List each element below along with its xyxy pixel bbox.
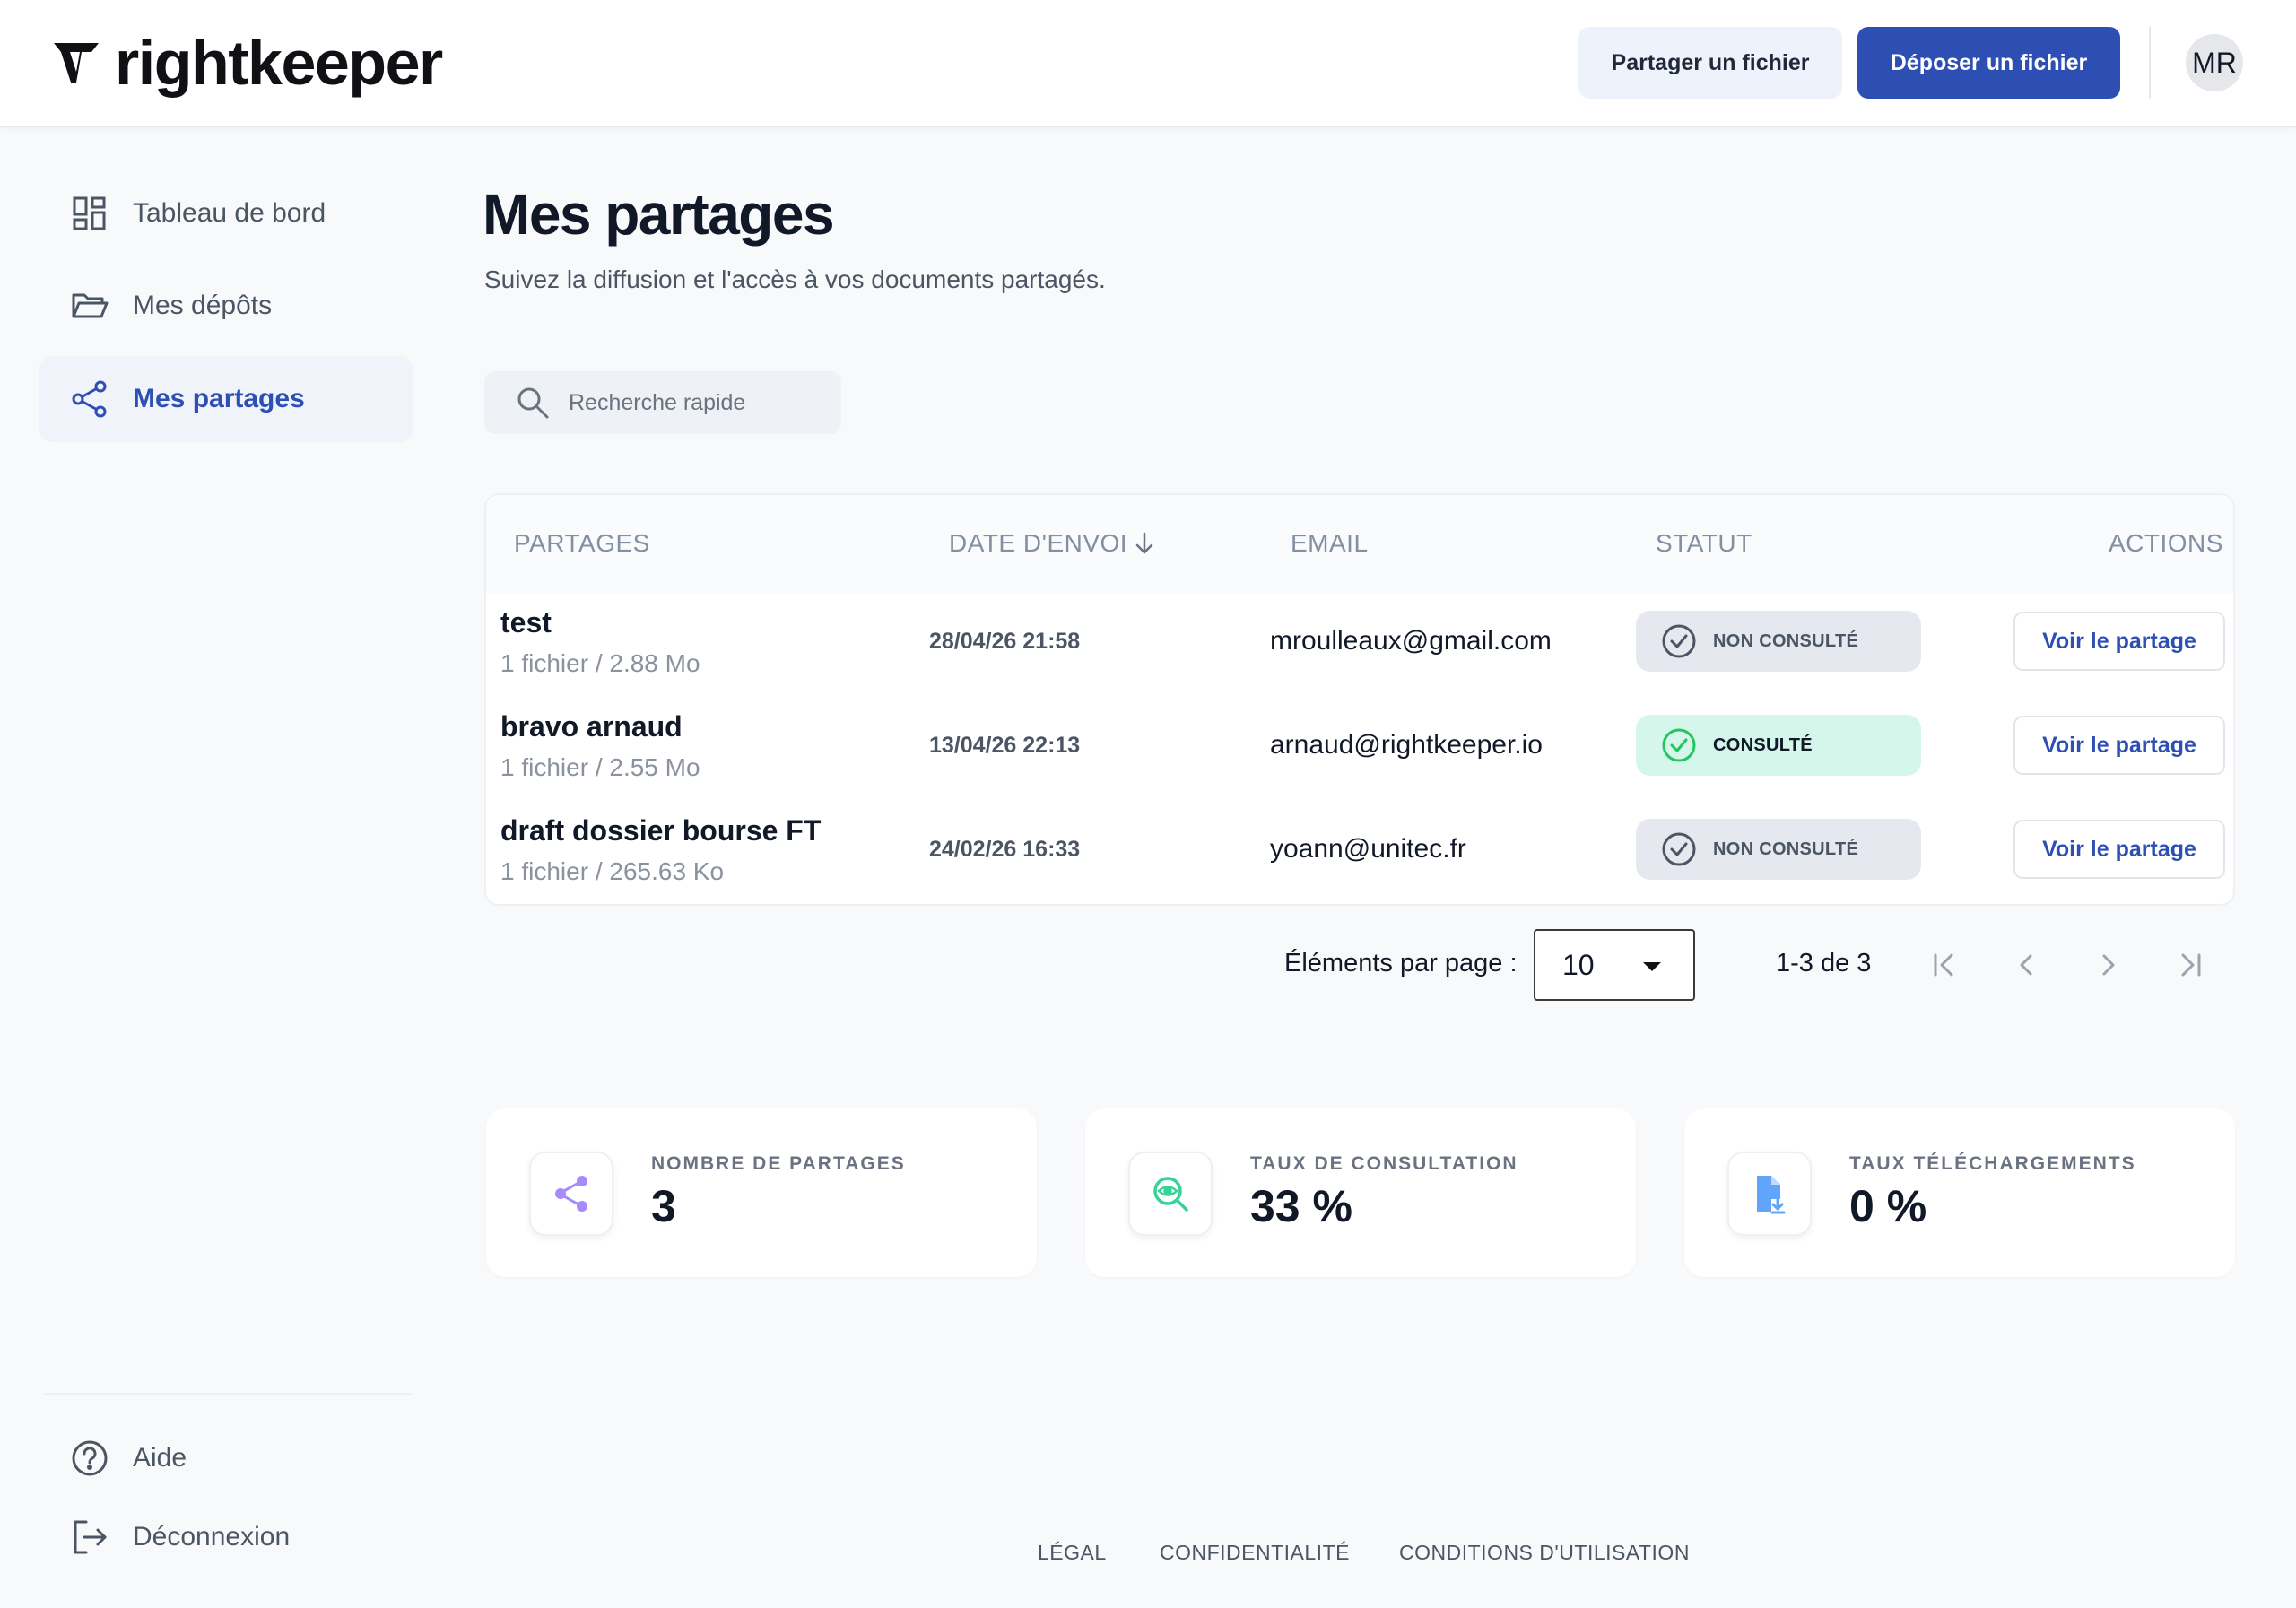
column-header-email[interactable]: EMAIL xyxy=(1291,529,1369,558)
check-circle-icon xyxy=(1662,728,1696,762)
stat-value: 3 xyxy=(651,1181,676,1231)
search-placeholder: Recherche rapide xyxy=(569,389,746,415)
sidebar-item-deposits[interactable]: Mes dépôts xyxy=(39,263,413,349)
search-icon xyxy=(517,387,549,419)
view-share-button[interactable]: Voir le partage xyxy=(2013,612,2225,671)
previous-page-button[interactable] xyxy=(2009,947,2045,983)
sidebar-item-label: Mes dépôts xyxy=(133,291,273,320)
share-size: 1 fichier / 265.63 Ko xyxy=(500,857,725,885)
sidebar-item-label: Déconnexion xyxy=(133,1522,291,1552)
sidebar-item-shares[interactable]: Mes partages xyxy=(39,356,413,442)
upload-file-button[interactable]: Déposer un fichier xyxy=(1857,27,2120,99)
share-date: 13/04/26 22:13 xyxy=(929,733,1081,758)
share-name[interactable]: bravo arnaud xyxy=(500,710,683,743)
share-date: 28/04/26 21:58 xyxy=(929,629,1081,654)
sidebar-item-label: Aide xyxy=(133,1443,187,1473)
chevron-left-icon xyxy=(2020,954,2032,976)
page-size-select[interactable]: 10 xyxy=(1534,929,1695,1001)
stat-icon-box xyxy=(529,1152,613,1236)
footer-link-terms[interactable]: CONDITIONS D'UTILISATION xyxy=(1399,1541,1690,1565)
file-download-icon xyxy=(1757,1176,1786,1214)
help-icon xyxy=(72,1440,108,1476)
stat-icon-box xyxy=(1727,1152,1812,1236)
next-page-button[interactable] xyxy=(2090,947,2126,983)
share-icon xyxy=(72,380,107,418)
stat-value: 33 % xyxy=(1250,1181,1352,1231)
eye-search-icon xyxy=(1153,1177,1188,1212)
column-header-shares[interactable]: PARTAGES xyxy=(514,529,650,558)
share-size: 1 fichier / 2.55 Mo xyxy=(500,753,700,781)
share-icon xyxy=(555,1176,587,1212)
page-subtitle: Suivez la diffusion et l'accès à vos doc… xyxy=(484,265,1106,293)
logo-text: rightkeeper xyxy=(115,28,443,98)
footer-link-privacy[interactable]: CONFIDENTIALITÉ xyxy=(1160,1541,1350,1565)
share-date: 24/02/26 16:33 xyxy=(929,837,1081,862)
stat-value: 0 % xyxy=(1849,1181,1927,1231)
status-badge: CONSULTÉ xyxy=(1636,715,1921,776)
stat-label: TAUX DE CONSULTATION xyxy=(1250,1153,1518,1174)
stat-card-download-rate: TAUX TÉLÉCHARGEMENTS 0 % xyxy=(1684,1108,2235,1277)
share-size: 1 fichier / 2.88 Mo xyxy=(500,649,700,677)
page-range: 1-3 de 3 xyxy=(1776,949,1872,978)
stat-label: NOMBRE DE PARTAGES xyxy=(651,1153,906,1174)
logo-icon xyxy=(54,43,99,83)
check-circle-icon xyxy=(1662,832,1696,866)
first-page-button[interactable] xyxy=(1926,947,1962,983)
share-email: yoann@unitec.fr xyxy=(1270,834,1466,864)
share-file-button[interactable]: Partager un fichier xyxy=(1578,27,1842,99)
status-badge: NON CONSULTÉ xyxy=(1636,819,1921,880)
last-page-button[interactable] xyxy=(2172,947,2208,983)
share-name[interactable]: test xyxy=(500,606,552,639)
page-size-value: 10 xyxy=(1562,948,1595,981)
status-badge: NON CONSULTÉ xyxy=(1636,611,1921,672)
stat-label: TAUX TÉLÉCHARGEMENTS xyxy=(1849,1153,2136,1174)
logout-icon xyxy=(74,1520,107,1554)
share-email: arnaud@rightkeeper.io xyxy=(1270,730,1543,760)
logo[interactable]: rightkeeper xyxy=(52,23,443,102)
search-input[interactable]: Recherche rapide xyxy=(484,371,841,434)
dashboard-icon xyxy=(73,196,106,230)
arrow-down-icon xyxy=(1135,532,1153,554)
sidebar-item-help[interactable]: Aide xyxy=(39,1415,413,1501)
column-header-date[interactable]: DATE D'ENVOI xyxy=(949,529,1158,558)
sidebar-item-logout[interactable]: Déconnexion xyxy=(39,1494,413,1580)
footer-link-legal[interactable]: LÉGAL xyxy=(1038,1541,1107,1565)
first-page-icon xyxy=(1934,953,1953,977)
sidebar-item-dashboard[interactable]: Tableau de bord xyxy=(39,170,413,256)
header-divider xyxy=(2149,27,2151,99)
dropdown-caret-icon xyxy=(1643,962,1661,971)
status-label: NON CONSULTÉ xyxy=(1713,630,1859,651)
page-title: Mes partages xyxy=(483,182,835,247)
sidebar-divider xyxy=(45,1393,413,1395)
page-size-label: Éléments par page : xyxy=(1284,949,1518,978)
status-label: CONSULTÉ xyxy=(1713,734,1813,755)
stat-card-consultation-rate: TAUX DE CONSULTATION 33 % xyxy=(1085,1108,1636,1277)
column-header-status[interactable]: STATUT xyxy=(1656,529,1752,558)
top-header: rightkeeper Partager un fichier Déposer … xyxy=(0,0,2296,127)
last-page-icon xyxy=(2181,953,2201,977)
stat-icon-box xyxy=(1128,1152,1213,1236)
view-share-button[interactable]: Voir le partage xyxy=(2013,820,2225,879)
avatar[interactable]: MR xyxy=(2186,34,2243,91)
folder-open-icon xyxy=(72,293,109,318)
chevron-right-icon xyxy=(2102,954,2115,976)
stat-card-shares-count: NOMBRE DE PARTAGES 3 xyxy=(486,1108,1037,1277)
status-label: NON CONSULTÉ xyxy=(1713,839,1859,859)
share-email: mroulleaux@gmail.com xyxy=(1270,626,1552,656)
column-header-date-label: DATE D'ENVOI xyxy=(949,529,1128,557)
check-circle-icon xyxy=(1662,624,1696,658)
sidebar-item-label: Mes partages xyxy=(133,384,305,413)
share-name[interactable]: draft dossier bourse FT xyxy=(500,814,821,847)
column-header-actions: ACTIONS xyxy=(2109,529,2223,557)
view-share-button[interactable]: Voir le partage xyxy=(2013,716,2225,775)
sidebar-item-label: Tableau de bord xyxy=(133,198,326,228)
